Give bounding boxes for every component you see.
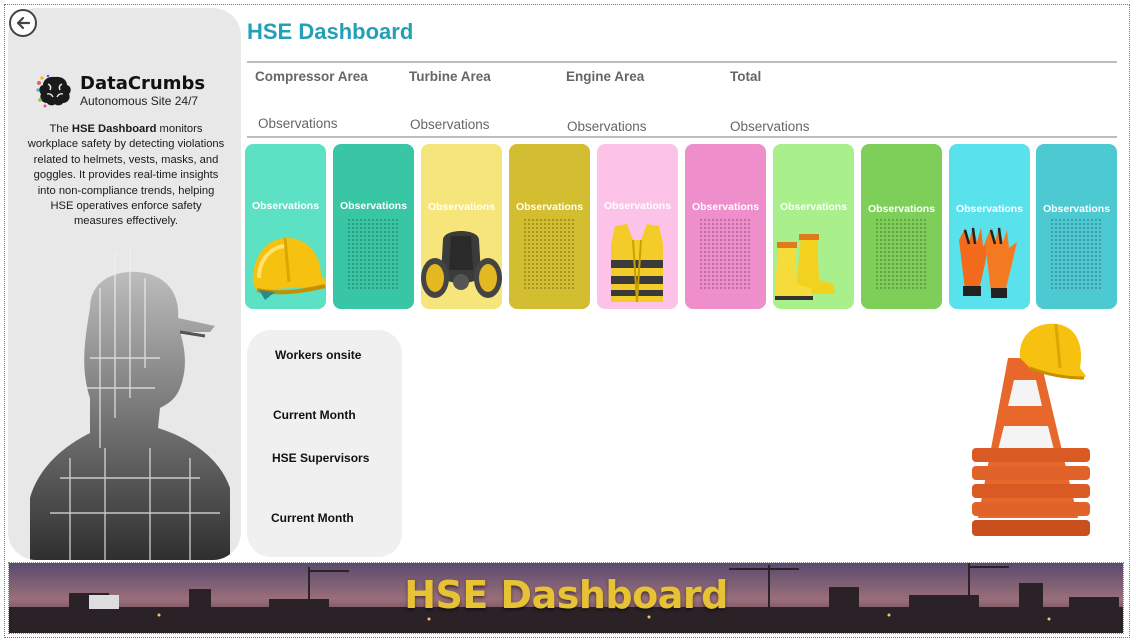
card-label: Observations: [779, 201, 848, 213]
banner-title: HSE Dashboard: [404, 573, 728, 617]
card-label: Observations: [867, 203, 936, 215]
card-dots-pattern: [523, 218, 576, 290]
helmet-icon: [252, 237, 326, 300]
card-label: Observations: [1042, 203, 1111, 215]
card-label: Observations: [691, 201, 760, 213]
datacrumbs-logo: DataCrumbs Autonomous Site 24/7: [36, 74, 205, 108]
card-label: Observations: [427, 201, 496, 213]
safety-gloves-icon: [959, 226, 1017, 298]
card-dots-pattern: [875, 218, 928, 290]
page-title: HSE Dashboard: [247, 19, 414, 44]
card-dots-pattern: [699, 218, 752, 290]
header-divider-bottom: [247, 136, 1117, 138]
card-label: Observations: [515, 201, 584, 213]
card-gloves-observations[interactable]: Observations: [949, 144, 1030, 309]
card-dots-pattern: [347, 218, 400, 290]
area-label-total: Total: [730, 69, 762, 84]
back-button[interactable]: [9, 9, 37, 37]
card-mask-observations[interactable]: Observations: [421, 144, 502, 309]
brain-logo-icon: [36, 74, 71, 108]
card-mask-metric[interactable]: Observations: [509, 144, 590, 309]
safety-boots-icon: [775, 234, 835, 300]
area-label-compressor: Compressor Area: [255, 69, 368, 84]
current-month-label-1: Current Month: [273, 408, 356, 422]
worker-silhouette-image: [30, 248, 230, 560]
card-vest-metric[interactable]: Observations: [685, 144, 766, 309]
observations-total: Observations: [730, 119, 810, 134]
card-boots-observations[interactable]: Observations: [773, 144, 854, 309]
footer-banner: HSE Dashboard: [8, 562, 1124, 634]
card-label: Observations: [251, 200, 320, 212]
card-helmet-observations[interactable]: Observations: [245, 144, 326, 309]
card-label: Observations: [603, 200, 672, 212]
description-bold: HSE Dashboard: [71, 123, 157, 135]
header-divider-top: [247, 61, 1117, 63]
observations-turbine: Observations: [410, 117, 490, 132]
logo-name: DataCrumbs: [80, 73, 206, 94]
current-month-label-2: Current Month: [271, 511, 354, 525]
card-helmet-metric[interactable]: Observations: [333, 144, 414, 309]
card-label: Observations: [955, 203, 1024, 215]
observations-engine: Observations: [567, 119, 647, 134]
observations-compressor: Observations: [258, 116, 338, 131]
card-vest-observations[interactable]: Observations: [597, 144, 678, 309]
safety-vest-icon: [611, 224, 663, 303]
card-boots-metric[interactable]: Observations: [861, 144, 942, 309]
description-suffix: monitors workplace safety by detecting v…: [27, 123, 225, 228]
arrow-left-circle-icon: [16, 16, 31, 30]
dashboard-description: The HSE Dashboard monitors workplace saf…: [26, 122, 226, 230]
area-label-engine: Engine Area: [566, 69, 645, 84]
logo-tagline: Autonomous Site 24/7: [80, 94, 199, 108]
workers-onsite-label: Workers onsite: [275, 348, 362, 362]
sidebar-panel: DataCrumbs Autonomous Site 24/7 The HSE …: [8, 8, 241, 560]
workers-panel: Workers onsite Current Month HSE Supervi…: [247, 330, 402, 557]
card-dots-pattern: [1050, 218, 1103, 290]
card-gloves-metric[interactable]: Observations: [1036, 144, 1117, 309]
gas-mask-icon: [421, 231, 502, 298]
card-label: Observations: [339, 200, 408, 212]
description-prefix: The: [49, 123, 72, 135]
area-label-turbine: Turbine Area: [409, 69, 491, 84]
traffic-cone-helmet-image: [972, 323, 1090, 536]
hse-supervisors-label: HSE Supervisors: [272, 451, 370, 465]
